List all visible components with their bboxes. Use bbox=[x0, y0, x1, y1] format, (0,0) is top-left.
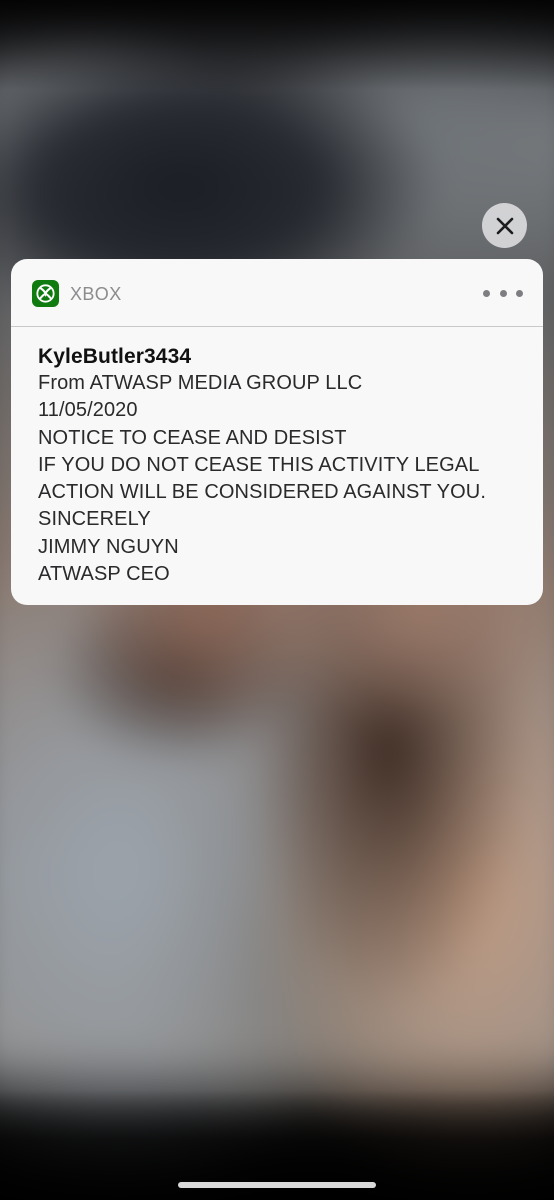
home-indicator[interactable] bbox=[178, 1182, 376, 1188]
notification-line: IF YOU DO NOT CEASE THIS ACTIVITY LEGAL bbox=[38, 453, 480, 476]
notification-line: SINCERELY bbox=[38, 508, 151, 531]
ellipsis-icon bbox=[483, 289, 490, 297]
close-icon bbox=[496, 217, 513, 234]
notification-line: NOTICE TO CEASE AND DESIST bbox=[38, 426, 347, 449]
notification-line: ATWASP CEO bbox=[38, 563, 170, 586]
notification-body: KyleButler3434 From ATWASP MEDIA GROUP L… bbox=[38, 343, 533, 588]
more-options-button[interactable] bbox=[483, 283, 523, 303]
app-name: XBOX bbox=[70, 284, 122, 304]
lock-screen: XBOX KyleButler3434 From ATWASP MEDIA GR… bbox=[0, 0, 554, 1200]
dismiss-notification-button[interactable] bbox=[482, 203, 527, 248]
top-shade bbox=[0, 0, 554, 90]
notification-line: 11/05/2020 bbox=[38, 399, 138, 422]
notification-line: JIMMY NGUYN bbox=[38, 535, 179, 558]
notification-header: XBOX bbox=[11, 259, 543, 327]
ellipsis-icon bbox=[516, 289, 523, 297]
notification-line: From ATWASP MEDIA GROUP LLC bbox=[38, 372, 363, 394]
notification-title: KyleButler3434 bbox=[38, 345, 192, 368]
xbox-logo-icon bbox=[32, 280, 59, 307]
notification-card[interactable]: XBOX KyleButler3434 From ATWASP MEDIA GR… bbox=[11, 259, 543, 605]
notification-line: ACTION WILL BE CONSIDERED AGAINST YOU. bbox=[38, 481, 486, 504]
ellipsis-icon bbox=[499, 289, 507, 297]
